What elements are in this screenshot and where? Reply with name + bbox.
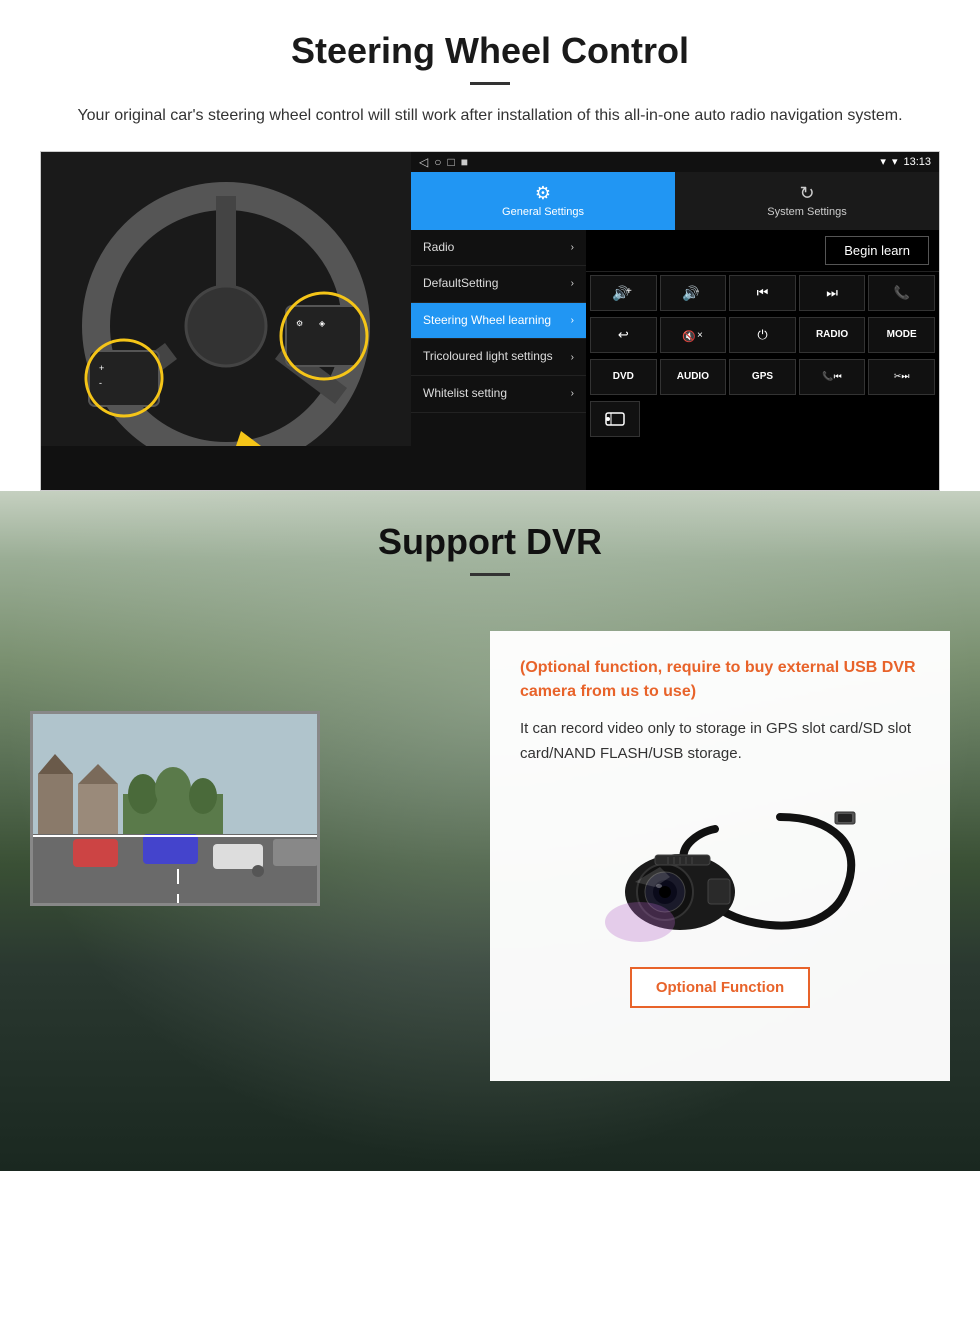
section2-divider xyxy=(470,573,510,576)
dvr-right-area: (Optional function, require to buy exter… xyxy=(480,611,980,1101)
begin-learn-button[interactable]: Begin learn xyxy=(825,236,929,265)
system-icon: ↻ xyxy=(799,183,814,204)
section2-title-area: Support DVR xyxy=(0,491,980,591)
menu-item-radio[interactable]: Radio › xyxy=(411,230,586,267)
wifi-icon: ▾ xyxy=(892,155,898,168)
audio-btn[interactable]: AUDIO xyxy=(660,359,727,395)
menu-radio-label: Radio xyxy=(423,240,454,256)
svg-text:+: + xyxy=(99,363,104,373)
next-track-btn[interactable]: ⏭ xyxy=(799,275,866,311)
menu-nav-icon: ■ xyxy=(461,155,468,169)
section1-title: Steering Wheel Control xyxy=(40,30,940,72)
dvr-section: Support DVR xyxy=(0,491,980,1171)
radio-btn[interactable]: RADIO xyxy=(799,317,866,353)
svg-text:-: - xyxy=(696,286,699,297)
dvr-road-svg xyxy=(33,714,320,906)
hangup-btn[interactable]: ↩ xyxy=(590,317,657,353)
chevron-right-icon-4: › xyxy=(571,351,574,364)
menu-item-whitelist[interactable]: Whitelist setting › xyxy=(411,376,586,413)
ctrl-row-4 xyxy=(586,398,939,440)
dvr-info-box: (Optional function, require to buy exter… xyxy=(490,631,950,1081)
phone-btn[interactable]: 📞 xyxy=(868,275,935,311)
tab-system-label: System Settings xyxy=(767,206,846,218)
sw-ui-container: + - ⚙ ◈ ◁ ○ □ ■ xyxy=(40,151,940,491)
tabs-row: ⚙ General Settings ↻ System Settings xyxy=(411,172,939,230)
menu-default-label: DefaultSetting xyxy=(423,276,498,292)
prev-track-btn[interactable]: ⏮ xyxy=(729,275,796,311)
section1-divider xyxy=(470,82,510,85)
dvr-content-area: (Optional function, require to buy exter… xyxy=(0,591,980,1121)
chevron-right-icon: › xyxy=(571,241,574,254)
steering-wheel-image: + - ⚙ ◈ xyxy=(41,152,411,490)
menu-item-steering[interactable]: Steering Wheel learning › xyxy=(411,303,586,340)
power-btn[interactable]: ⏻ xyxy=(729,317,796,353)
dvr-thumbnail xyxy=(30,711,320,906)
android-settings-panel: ◁ ○ □ ■ ▾ ▾ 13:13 ⚙ General Settings ↻ S… xyxy=(411,152,939,490)
ctrl-row-3: DVD AUDIO GPS 📞⏮ ✂⏭ xyxy=(586,356,939,398)
steering-wheel-svg: + - ⚙ ◈ xyxy=(41,152,411,490)
vol-down-btn[interactable]: 🔊- xyxy=(660,275,727,311)
section2-title: Support DVR xyxy=(0,521,980,563)
home-nav-icon: ○ xyxy=(434,155,441,169)
svg-text:×: × xyxy=(697,330,703,341)
signal-icon: ▾ xyxy=(880,155,886,168)
extra-btn[interactable] xyxy=(590,401,640,437)
phone-prev-btn[interactable]: 📞⏮ xyxy=(799,359,866,395)
dvr-left-area xyxy=(0,611,480,926)
menu-item-default[interactable]: DefaultSetting › xyxy=(411,266,586,303)
tab-general-label: General Settings xyxy=(502,206,584,218)
ctrl-row-2: ↩ 🔇× ⏻ RADIO MODE xyxy=(586,314,939,356)
optional-function-button[interactable]: Optional Function xyxy=(630,967,810,1008)
panel-body: Radio › DefaultSetting › Steering Wheel … xyxy=(411,230,939,490)
cut-next-btn[interactable]: ✂⏭ xyxy=(868,359,935,395)
svg-text:-: - xyxy=(99,378,102,388)
svg-text:⚙: ⚙ xyxy=(296,319,303,328)
menu-item-tricoloured[interactable]: Tricoloured light settings › xyxy=(411,339,586,376)
gear-icon: ⚙ xyxy=(535,183,551,204)
mute-btn[interactable]: 🔇× xyxy=(660,317,727,353)
svg-text:+: + xyxy=(626,286,632,297)
clock: 13:13 xyxy=(903,156,931,168)
tab-general[interactable]: ⚙ General Settings xyxy=(411,172,675,230)
begin-learn-row: Begin learn xyxy=(586,230,939,272)
svg-text:◈: ◈ xyxy=(319,319,326,328)
mode-btn[interactable]: MODE xyxy=(868,317,935,353)
gps-btn[interactable]: GPS xyxy=(729,359,796,395)
menu-steering-label: Steering Wheel learning xyxy=(423,313,551,329)
menu-whitelist-label: Whitelist setting xyxy=(423,386,507,402)
vol-up-btn[interactable]: 🔊+ xyxy=(590,275,657,311)
dvr-desc-text: It can record video only to storage in G… xyxy=(520,716,920,767)
controls-column: Begin learn 🔊+ 🔊- ⏮ ⏭ 📞 xyxy=(586,230,939,490)
dvr-camera-illustration xyxy=(520,787,920,967)
tab-system[interactable]: ↻ System Settings xyxy=(675,172,939,230)
dvd-btn[interactable]: DVD xyxy=(590,359,657,395)
menu-column: Radio › DefaultSetting › Steering Wheel … xyxy=(411,230,586,490)
back-nav-icon: ◁ xyxy=(419,155,428,169)
recent-nav-icon: □ xyxy=(447,155,454,169)
dvr-camera-svg xyxy=(580,797,860,947)
dvr-optional-text: (Optional function, require to buy exter… xyxy=(520,656,920,704)
chevron-right-icon-3: › xyxy=(571,314,574,327)
ctrl-row-1: 🔊+ 🔊- ⏮ ⏭ 📞 xyxy=(586,272,939,314)
status-bar: ◁ ○ □ ■ ▾ ▾ 13:13 xyxy=(411,152,939,172)
menu-tricoloured-label: Tricoloured light settings xyxy=(423,349,553,365)
svg-text:🔇: 🔇 xyxy=(682,330,696,343)
chevron-right-icon-5: › xyxy=(571,387,574,400)
section1-subtitle: Your original car's steering wheel contr… xyxy=(60,103,920,129)
chevron-right-icon-2: › xyxy=(571,277,574,290)
steering-wheel-section: Steering Wheel Control Your original car… xyxy=(0,0,980,491)
